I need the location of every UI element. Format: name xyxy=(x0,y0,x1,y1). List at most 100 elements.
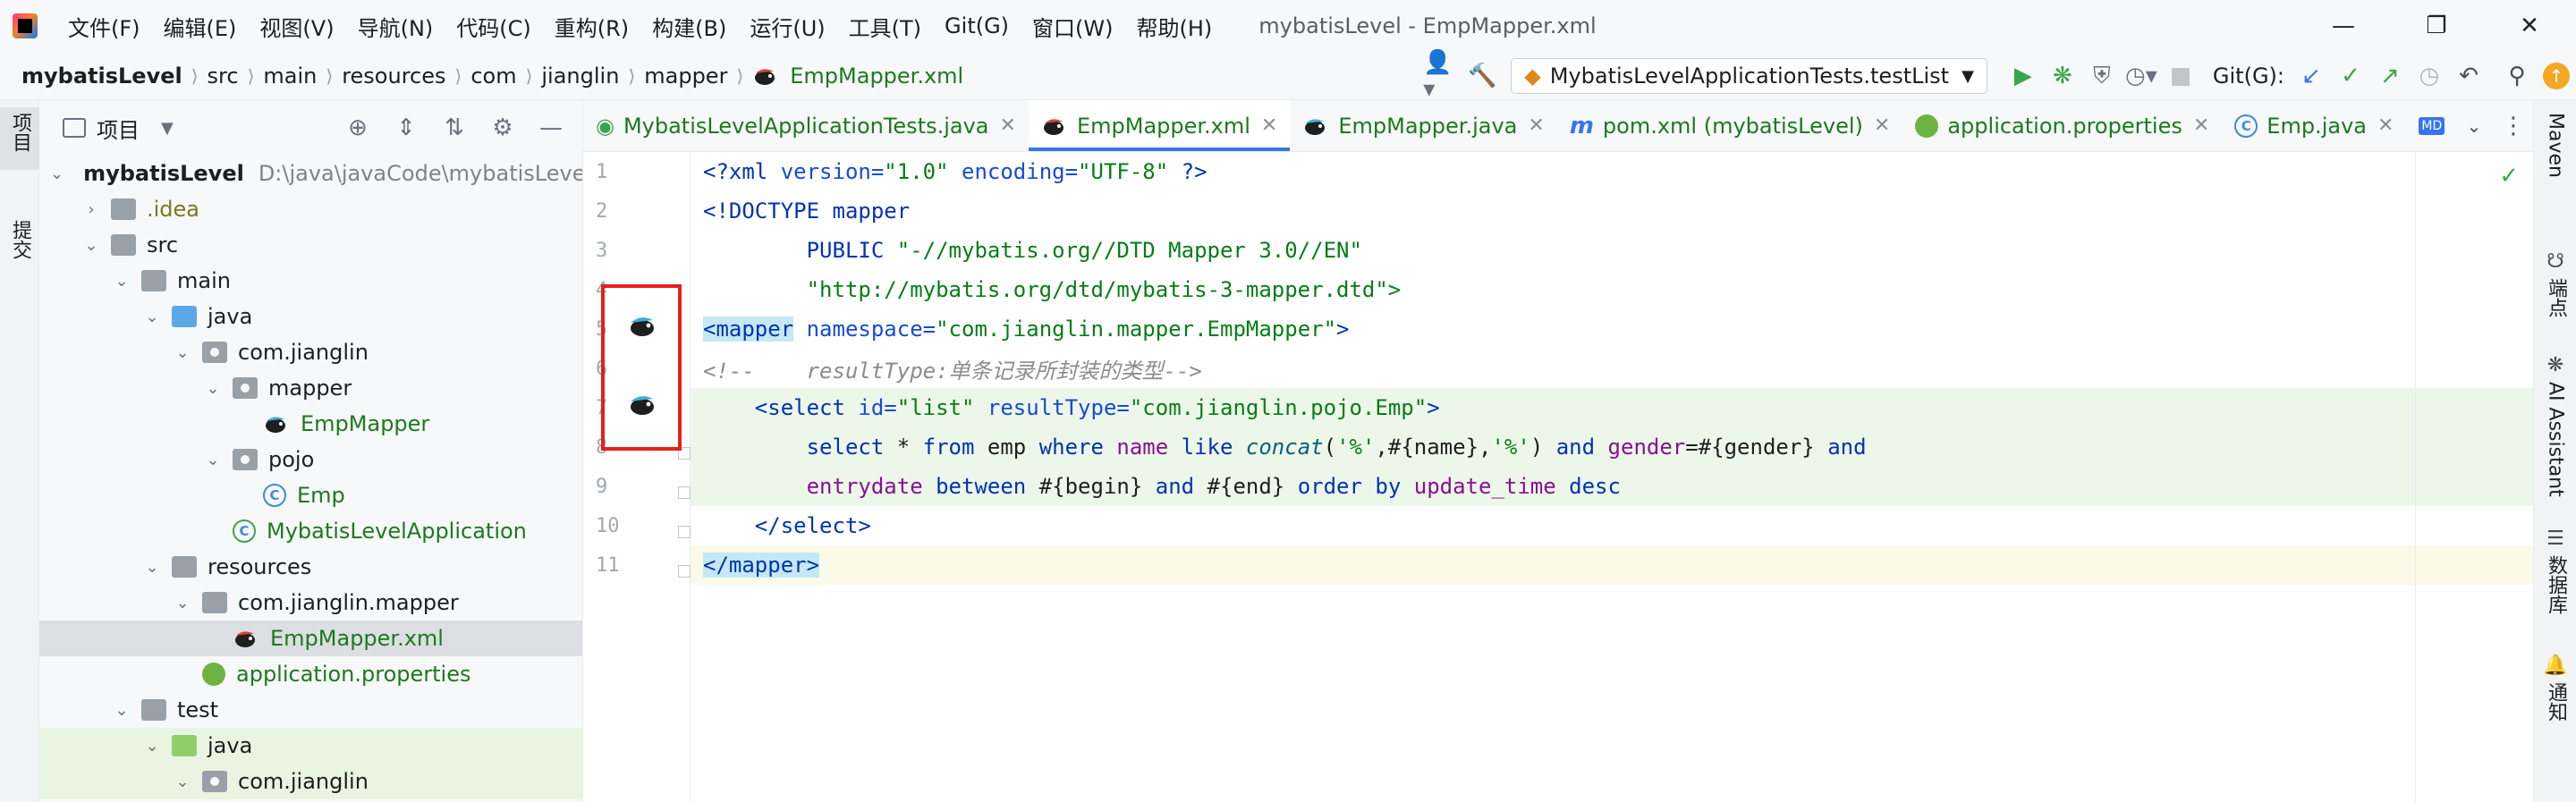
menu-code[interactable]: 代码(C) xyxy=(456,11,530,42)
menu-tools[interactable]: 工具(T) xyxy=(849,11,921,42)
tree-item[interactable]: ⌄ java xyxy=(39,728,582,764)
tree-item[interactable]: ⌄ com.jianglin xyxy=(39,764,582,799)
tree-item[interactable]: application.properties xyxy=(39,656,582,692)
menu-window[interactable]: 窗口(W) xyxy=(1032,11,1113,42)
tree-item[interactable]: ⌄ resources xyxy=(39,549,582,585)
chevron-down-icon[interactable]: ⌄ xyxy=(2454,108,2494,144)
menu-view[interactable]: 视图(V) xyxy=(259,11,334,42)
breadcrumb-mapper[interactable]: mapper xyxy=(644,63,727,89)
tree-item[interactable]: ⌄ mapper xyxy=(39,370,582,406)
menu-help[interactable]: 帮助(H) xyxy=(1137,11,1213,42)
code-area[interactable]: <?xml version= "1.0" encoding= "UTF-8" ?> … xyxy=(691,152,2533,802)
menu-git[interactable]: Git(G) xyxy=(945,13,1009,38)
close-icon[interactable]: ✕ xyxy=(1000,114,1016,137)
run-icon[interactable]: ▶ xyxy=(2004,58,2043,94)
more-options-icon[interactable]: ⋮ xyxy=(2494,108,2533,144)
run-configuration-select[interactable]: ◆ MybatisLevelApplicationTests.testList … xyxy=(1511,58,1987,94)
build-hammer-icon[interactable]: 🔨 xyxy=(1462,58,1502,94)
git-push-icon[interactable]: ↗ xyxy=(2370,58,2410,94)
inspection-ok-icon[interactable]: ✓ xyxy=(2499,163,2519,190)
maven-tool-tab[interactable]: Maven xyxy=(2534,113,2576,178)
chevron-down-icon[interactable]: ⌄ xyxy=(141,558,163,577)
chevron-down-icon[interactable]: ⌄ xyxy=(202,451,224,469)
menu-navigate[interactable]: 导航(N) xyxy=(358,11,434,42)
tree-item[interactable]: ⌄ mybatisLevel D:\java\javaCode\mybatisL… xyxy=(39,156,582,191)
gear-icon[interactable]: ⚙ xyxy=(479,110,527,146)
chevron-down-icon[interactable]: ⌄ xyxy=(111,272,132,291)
menu-build[interactable]: 构建(B) xyxy=(652,11,726,42)
breadcrumb-project[interactable]: mybatisLevel xyxy=(21,63,182,89)
breadcrumb-main[interactable]: main xyxy=(263,63,317,89)
breadcrumb-com[interactable]: com xyxy=(470,63,516,89)
hide-panel-icon[interactable]: — xyxy=(527,110,575,146)
restore-icon[interactable]: ❐ xyxy=(2390,0,2483,52)
close-icon[interactable]: ✕ xyxy=(2193,114,2209,137)
debug-icon[interactable]: ❋ xyxy=(2043,58,2082,94)
tab-application-properties[interactable]: application.properties ✕ xyxy=(1902,100,2222,151)
chevron-down-icon[interactable]: ⌄ xyxy=(202,379,224,398)
profile-icon[interactable]: ◷▾ xyxy=(2122,58,2161,94)
collapse-all-icon[interactable]: ⇅ xyxy=(430,110,479,146)
tree-item[interactable]: C MybatisLevelApplication xyxy=(39,513,582,549)
mybatis-navigate-gutter-icon[interactable] xyxy=(628,392,658,417)
database-tool-tab[interactable]: ☰ 数据库 xyxy=(2534,528,2576,614)
tree-item[interactable]: ⌄ java xyxy=(39,299,582,334)
tree-item[interactable]: ⌄ src xyxy=(39,227,582,263)
git-commit-icon[interactable]: ✓ xyxy=(2331,58,2370,94)
notifications-tool-tab[interactable]: 🔔 通知 xyxy=(2534,654,2576,722)
chevron-down-icon[interactable]: ⌄ xyxy=(141,308,163,326)
tree-item[interactable]: ⌄ main xyxy=(39,263,582,299)
close-icon[interactable]: ✕ xyxy=(1261,114,1277,137)
close-icon[interactable]: ✕ xyxy=(2377,114,2394,137)
chevron-right-icon[interactable]: › xyxy=(80,200,102,219)
tree-item[interactable]: › .idea xyxy=(39,191,582,227)
chevron-down-icon[interactable]: ⌄ xyxy=(111,701,132,720)
project-panel-title[interactable]: 项目 xyxy=(97,113,140,144)
ide-update-icon[interactable]: ↑ xyxy=(2537,58,2576,94)
fold-marker-icon[interactable] xyxy=(678,486,691,499)
breadcrumb-jianglin[interactable]: jianglin xyxy=(541,63,619,89)
chevron-down-icon[interactable]: ⌄ xyxy=(141,737,163,756)
breadcrumb-resources[interactable]: resources xyxy=(342,63,445,89)
tree-item[interactable]: ⌄ com.jianglin.mapper xyxy=(39,585,582,620)
tree-item-selected[interactable]: EmpMapper.xml xyxy=(39,620,582,656)
tree-item[interactable]: ⌄ com.jianglin xyxy=(39,334,582,370)
git-rollback-icon[interactable]: ↶ xyxy=(2449,58,2488,94)
code-editor[interactable]: 1 2 3 4 5 6 7 8 9 10 11 <?xml version= "1… xyxy=(583,152,2533,802)
tab-mybatis-level-application-tests[interactable]: ◉ MybatisLevelApplicationTests.java ✕ xyxy=(583,100,1029,151)
intellij-logo-icon[interactable] xyxy=(13,13,38,38)
chevron-down-icon[interactable]: ⌄ xyxy=(172,594,193,612)
tab-emp-java[interactable]: C Emp.java ✕ xyxy=(2222,100,2406,151)
menu-edit[interactable]: 编辑(E) xyxy=(164,11,237,42)
coverage-icon[interactable]: ⛨ xyxy=(2082,58,2122,94)
user-profile-icon[interactable]: 👤▾ xyxy=(1423,49,1462,103)
ai-assistant-tool-tab[interactable]: ❋ AI Assistant xyxy=(2534,354,2576,497)
fold-marker-icon[interactable] xyxy=(678,526,691,538)
endpoints-tool-tab[interactable]: ☋ 端点 xyxy=(2534,250,2576,317)
breadcrumb-file[interactable]: EmpMapper.xml xyxy=(790,63,963,89)
close-icon[interactable]: ✕ xyxy=(1528,114,1544,137)
menu-run[interactable]: 运行(U) xyxy=(750,11,825,42)
tree-item[interactable]: EmpMapper xyxy=(39,406,582,442)
stop-icon[interactable]: ■ xyxy=(2161,58,2200,94)
chevron-down-icon[interactable]: ⌄ xyxy=(50,165,64,183)
tab-pom-xml[interactable]: m pom.xml (mybatisLevel) ✕ xyxy=(1557,100,1903,151)
git-history-icon[interactable]: ◷ xyxy=(2410,58,2449,94)
tree-item[interactable]: C Emp xyxy=(39,477,582,513)
tree-item[interactable]: ⌄ test xyxy=(39,692,582,728)
locate-icon[interactable]: ⊕ xyxy=(334,110,382,146)
menu-file[interactable]: 文件(F) xyxy=(68,11,140,42)
chevron-down-icon[interactable]: ⌄ xyxy=(172,343,193,362)
chevron-down-icon[interactable]: ⌄ xyxy=(172,772,193,791)
project-tool-tab[interactable]: 项目 xyxy=(0,107,39,170)
menu-refactor[interactable]: 重构(R) xyxy=(555,11,629,42)
tab-emp-mapper-xml[interactable]: EmpMapper.xml ✕ xyxy=(1028,100,1291,151)
breadcrumb-src[interactable]: src xyxy=(208,63,239,89)
minimize-icon[interactable]: — xyxy=(2297,0,2390,52)
git-update-icon[interactable]: ↙ xyxy=(2292,58,2331,94)
tab-emp-mapper-java[interactable]: EmpMapper.java ✕ xyxy=(1290,100,1556,151)
tree-item[interactable]: ⌄ pojo xyxy=(39,442,582,477)
close-icon[interactable]: ✕ xyxy=(1874,114,1890,137)
expand-all-icon[interactable]: ⇕ xyxy=(382,110,430,146)
chevron-down-icon[interactable]: ▼ xyxy=(161,119,174,138)
